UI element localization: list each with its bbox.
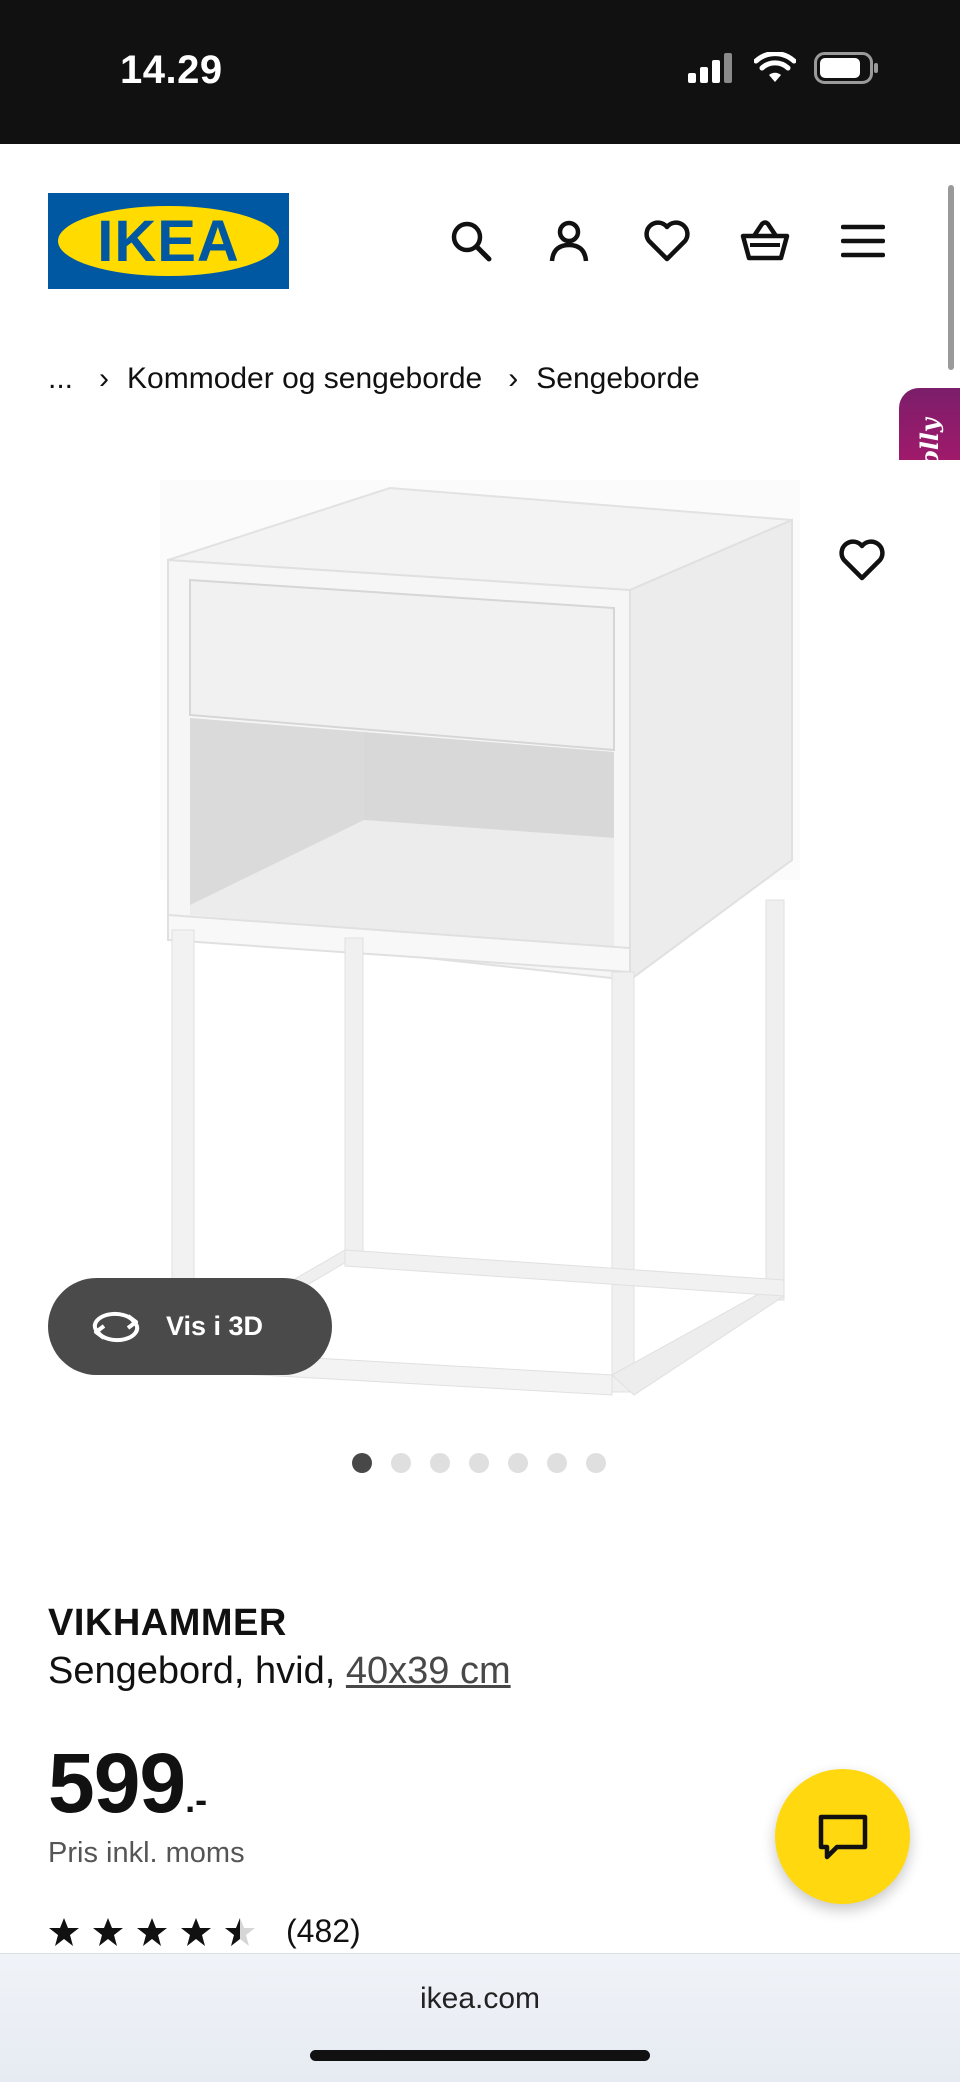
view-3d-label: Vis i 3D [166, 1311, 264, 1341]
search-icon[interactable] [446, 216, 496, 266]
product-size-link[interactable]: 40x39 cm [346, 1650, 511, 1692]
signal-icon [688, 53, 732, 83]
basket-icon[interactable] [740, 216, 790, 266]
home-indicator[interactable] [310, 2050, 650, 2061]
account-icon[interactable] [544, 216, 594, 266]
price-amount: 599 [48, 1736, 186, 1830]
star-icon [49, 1917, 79, 1946]
carousel-dot[interactable] [391, 1453, 411, 1473]
carousel-dot[interactable] [508, 1453, 528, 1473]
chat-icon [818, 1814, 867, 1859]
menu-icon[interactable] [838, 216, 888, 266]
chevron-right-icon: › [99, 362, 110, 395]
site-header: IKEA [0, 144, 960, 334]
logo-text: IKEA [97, 208, 240, 274]
rating-count: (482) [286, 1913, 361, 1949]
heart-icon[interactable] [642, 216, 692, 266]
status-icons [688, 52, 880, 84]
view-3d-button[interactable]: Vis i 3D [48, 1278, 332, 1375]
product-price: 599.- [48, 1735, 207, 1832]
product-image [0, 460, 960, 1420]
star-icon [181, 1917, 211, 1946]
chat-button[interactable] [775, 1769, 910, 1904]
ikea-logo[interactable]: IKEA [48, 193, 289, 289]
product-description: Sengebord, hvid, 40x39 cm [48, 1650, 511, 1693]
carousel-dot[interactable] [586, 1453, 606, 1473]
star-icon [137, 1917, 167, 1946]
star-icon [93, 1917, 123, 1946]
chevron-right-icon: › [508, 362, 519, 395]
url-text[interactable]: ikea.com [0, 1982, 960, 2016]
browser-address-bar[interactable]: ikea.com [0, 1953, 960, 2082]
product-type: Sengebord, hvid, [48, 1650, 336, 1692]
breadcrumb-ellipsis[interactable]: ... [48, 362, 73, 396]
status-time: 14.29 [120, 48, 223, 92]
breadcrumb-item-kommoder[interactable]: Kommoder og sengeborde [127, 362, 482, 396]
add-to-favourites-button[interactable] [834, 532, 890, 588]
carousel-dot[interactable] [547, 1453, 567, 1473]
carousel-dot[interactable] [430, 1453, 450, 1473]
product-image-gallery[interactable] [0, 460, 960, 1420]
product-name: VIKHAMMER [48, 1602, 287, 1644]
price-note: Pris inkl. moms [48, 1837, 245, 1869]
rotate-icon [90, 1310, 142, 1344]
breadcrumb-item-sengeborde[interactable]: Sengeborde [536, 362, 699, 396]
carousel-dot[interactable] [352, 1453, 372, 1473]
page-scrollbar[interactable] [948, 185, 954, 370]
carousel-dots [352, 1453, 606, 1473]
status-bar: 14.29 [0, 0, 960, 144]
breadcrumb: ... › Kommoder og sengeborde › Sengebord… [48, 362, 700, 396]
star-half-icon [225, 1917, 255, 1946]
battery-icon [814, 52, 878, 84]
price-suffix: .- [185, 1779, 208, 1820]
carousel-dot[interactable] [469, 1453, 489, 1473]
wifi-icon [754, 52, 796, 82]
heart-icon [839, 539, 885, 581]
product-rating[interactable]: (482) [48, 1913, 361, 1950]
